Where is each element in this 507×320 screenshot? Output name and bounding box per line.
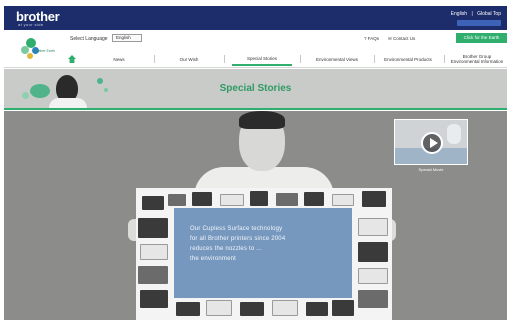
brother-tagline: at your side (18, 22, 44, 27)
printer-image (220, 194, 244, 206)
global-header: brother at your side English | Global To… (4, 6, 507, 30)
nav-divider (154, 55, 155, 63)
click-for-earth-button[interactable]: Click for the Earth (456, 33, 507, 43)
language-select[interactable]: English (112, 34, 142, 42)
printer-image (176, 302, 200, 316)
nav-item-news[interactable]: News (94, 52, 144, 66)
banner-divider (4, 108, 507, 110)
main-nav: News Our Wish Special Stories Environmen… (64, 50, 507, 68)
home-icon[interactable] (68, 55, 76, 63)
printer-image (140, 244, 168, 260)
page-title: Special Stories (219, 83, 292, 94)
site-header: Brother Earth Select Language English ? … (4, 30, 507, 68)
nav-item-our-wish[interactable]: Our Wish (164, 52, 214, 66)
nav-item-environmental-views[interactable]: Environmental Views (308, 52, 366, 66)
poster-caption-line: reduces the nozzles to ... (190, 246, 262, 252)
printer-image (332, 194, 354, 206)
printer-image (142, 196, 164, 210)
printer-image (168, 194, 186, 206)
site-logo-text: Brother Earth (34, 49, 55, 53)
poster-caption: Our Cupless Surface technology for all B… (190, 224, 340, 264)
printer-image (276, 193, 298, 206)
printer-image (272, 300, 298, 316)
printer-image (206, 300, 232, 316)
printer-image (304, 192, 324, 206)
special-movie-label[interactable]: Special Movie (394, 167, 468, 172)
nav-divider (224, 55, 225, 63)
hero-stage: Special Movie Our Cupless Surface techno… (4, 111, 507, 320)
english-link[interactable]: English (451, 11, 467, 17)
hero-person-hair (239, 111, 285, 129)
global-top-link[interactable]: Global Top (477, 11, 501, 17)
video-scene (447, 124, 461, 144)
printer-image (250, 191, 268, 206)
printer-image (140, 290, 168, 308)
select-language-label: Select Language (70, 36, 108, 42)
printer-image (362, 191, 386, 207)
contact-label: Contact Us (393, 36, 416, 41)
printer-image (358, 218, 388, 236)
printer-image (358, 268, 388, 284)
contact-link[interactable]: ✉ Contact Us (388, 36, 415, 42)
page: brother at your side English | Global To… (0, 0, 507, 320)
lang-separator: | (471, 11, 473, 17)
nav-divider (300, 55, 301, 63)
printer-image (358, 290, 388, 308)
play-icon[interactable] (421, 132, 443, 154)
poster-caption-line: for all Brother printers since 2004 (190, 236, 286, 242)
logo-leaf-icon (27, 53, 33, 59)
global-search-box[interactable] (457, 20, 501, 26)
poster-caption-line: the environment (190, 256, 237, 262)
nav-item-special-stories[interactable]: Special Stories (232, 52, 292, 66)
nav-item-environmental-information[interactable]: Brother Group Environmental Information (448, 52, 506, 66)
nav-item-environmental-products[interactable]: Environmental Products (380, 52, 436, 66)
printer-image (358, 242, 388, 262)
special-movie-thumbnail[interactable] (394, 119, 468, 165)
faq-link[interactable]: ? FAQs (364, 36, 379, 41)
poster-caption-box: Our Cupless Surface technology for all B… (174, 208, 352, 298)
printer-image (192, 192, 212, 206)
nav-divider (444, 55, 445, 63)
faq-label: FAQs (367, 36, 380, 41)
nav-divider (374, 55, 375, 63)
poster-caption-line: Our Cupless Surface technology (190, 226, 283, 232)
printer-image (306, 302, 328, 316)
printer-lineup-poster: Our Cupless Surface technology for all B… (136, 188, 392, 320)
section-banner: Special Stories (4, 69, 507, 110)
printer-image (240, 302, 264, 316)
printer-image (138, 218, 168, 238)
printer-image (332, 300, 354, 316)
printer-image (138, 266, 168, 284)
language-links: English | Global Top (448, 11, 501, 17)
